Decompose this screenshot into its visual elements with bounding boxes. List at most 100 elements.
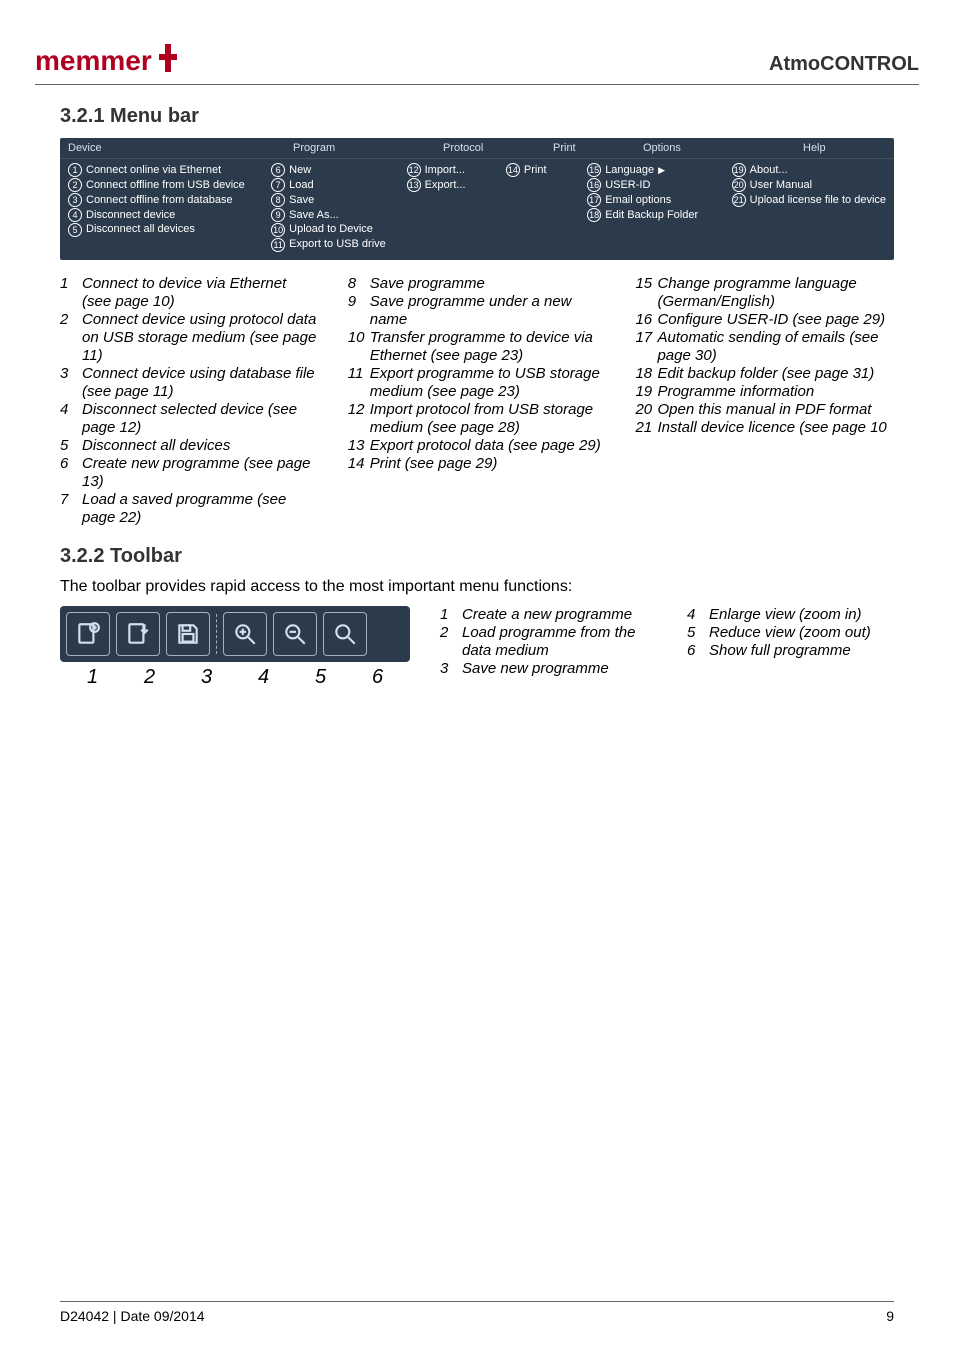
legend-text: Disconnect selected device (see page 12)	[82, 401, 319, 437]
legend-number: 19	[635, 383, 657, 401]
legend-row: 4Disconnect selected device (see page 12…	[60, 401, 319, 437]
legend-number: 4	[60, 401, 82, 437]
menu-item-label: Connect offline from database	[86, 193, 233, 208]
legend-text: Edit backup folder (see page 31)	[657, 365, 894, 383]
legend-text: Show full programme	[709, 642, 894, 660]
legend-number: 10	[348, 329, 370, 365]
legend-text: Create a new programme	[462, 606, 647, 624]
menu-item-label: About...	[750, 163, 788, 178]
toolbar-separator	[216, 614, 217, 654]
legend-row: 17Automatic sending of emails (see page …	[635, 329, 894, 365]
menu-legend-col: 15Change programme language (German/Engl…	[635, 275, 894, 527]
section-title-menubar: 3.2.1 Menu bar	[60, 105, 894, 128]
zoom-out-icon	[273, 612, 317, 656]
legend-number: 2	[440, 624, 462, 660]
legend-text: Automatic sending of emails (see page 30…	[657, 329, 894, 365]
menu-item-label: Connect online via Ethernet	[86, 163, 221, 178]
menu-item-label: User Manual	[750, 178, 812, 193]
legend-number: 4	[687, 606, 709, 624]
menu-item-label: Connect offline from USB device	[86, 178, 245, 193]
legend-number: 11	[348, 365, 370, 401]
menu-item-label: Save As...	[289, 208, 339, 223]
product-name: AtmoCONTROL	[769, 53, 919, 80]
menu-item: 18Edit Backup Folder	[587, 208, 731, 223]
logo: memmer	[35, 40, 205, 80]
new-programme-icon	[66, 612, 110, 656]
legend-number: 6	[60, 455, 82, 491]
menu-item: 16USER-ID	[587, 178, 731, 193]
menu-item: 5Disconnect all devices	[68, 222, 271, 237]
menu-item-label: Edit Backup Folder	[605, 208, 698, 223]
legend-text: Create new programme (see page 13)	[82, 455, 319, 491]
legend-number: 12	[348, 401, 370, 437]
menu-legend-col: 8Save programme9Save programme under a n…	[348, 275, 607, 527]
show-full-icon	[323, 612, 367, 656]
legend-row: 15Change programme language (German/Engl…	[635, 275, 894, 311]
legend-number: 3	[440, 660, 462, 678]
legend-row: 13Export protocol data (see page 29)	[348, 437, 607, 455]
menu-item-label: Disconnect all devices	[86, 222, 195, 237]
menu-item: 2Connect offline from USB device	[68, 178, 271, 193]
legend-number: 7	[60, 491, 82, 527]
legend-text: Load programme from the data medium	[462, 624, 647, 660]
legend-row: 3Connect device using database file (see…	[60, 365, 319, 401]
section-title-toolbar: 3.2.2 Toolbar	[60, 545, 894, 568]
legend-text: Connect device using protocol data on US…	[82, 311, 319, 365]
menu-device-label: Device	[68, 142, 293, 154]
footer-rule	[60, 1301, 894, 1302]
legend-number: 14	[348, 455, 370, 473]
menubar-screenshot: Device Program Protocol Print Options He…	[60, 138, 894, 260]
menu-item-label: Import...	[425, 163, 465, 178]
menu-item: 20User Manual	[732, 178, 886, 193]
toolbar-num: 2	[128, 666, 172, 689]
legend-text: Export protocol data (see page 29)	[370, 437, 607, 455]
legend-row: 6Create new programme (see page 13)	[60, 455, 319, 491]
zoom-in-icon	[223, 612, 267, 656]
save-programme-icon	[166, 612, 210, 656]
chevron-right-icon: ▶	[658, 164, 665, 176]
legend-row: 12Import protocol from USB storage mediu…	[348, 401, 607, 437]
legend-row: 5Reduce view (zoom out)	[687, 624, 894, 642]
legend-number: 1	[440, 606, 462, 624]
legend-row: 11Export programme to USB storage medium…	[348, 365, 607, 401]
menu-item: 19About...	[732, 163, 886, 178]
legend-text: Enlarge view (zoom in)	[709, 606, 894, 624]
legend-text: Install device licence (see page 10	[657, 419, 894, 437]
legend-number: 21	[635, 419, 657, 437]
legend-number: 5	[60, 437, 82, 455]
menu-item: 12Import...	[407, 163, 506, 178]
legend-number: 15	[635, 275, 657, 311]
legend-row: 1Create a new programme	[440, 606, 647, 624]
footer-docid: D24042 | Date 09/2014	[60, 1308, 205, 1324]
legend-text: Print (see page 29)	[370, 455, 607, 473]
legend-text: Import protocol from USB storage medium …	[370, 401, 607, 437]
legend-row: 1Connect to device via Ethernet (see pag…	[60, 275, 319, 311]
legend-row: 6Show full programme	[687, 642, 894, 660]
toolbar-num: 4	[242, 666, 286, 689]
legend-row: 2Connect device using protocol data on U…	[60, 311, 319, 365]
menu-item-label: USER-ID	[605, 178, 650, 193]
toolbar-num: 6	[356, 666, 400, 689]
menu-item-label: Load	[289, 178, 313, 193]
toolbar-num: 1	[71, 666, 115, 689]
menu-item: 14Print	[506, 163, 587, 178]
legend-text: Disconnect all devices	[82, 437, 319, 455]
menu-item-label: New	[289, 163, 311, 178]
legend-number: 2	[60, 311, 82, 365]
menu-item: 7Load	[271, 178, 406, 193]
menu-item: 1Connect online via Ethernet	[68, 163, 271, 178]
legend-text: Programme information	[657, 383, 894, 401]
menu-item-label: Export to USB drive	[289, 237, 386, 252]
menu-options-label: Options	[643, 142, 803, 154]
menu-item: 6New	[271, 163, 406, 178]
menu-legend: 1Connect to device via Ethernet (see pag…	[60, 275, 894, 527]
legend-row: 14Print (see page 29)	[348, 455, 607, 473]
menu-protocol-label: Protocol	[443, 142, 553, 154]
legend-text: Transfer programme to device via Etherne…	[370, 329, 607, 365]
legend-text: Connect device using database file (see …	[82, 365, 319, 401]
legend-row: 18Edit backup folder (see page 31)	[635, 365, 894, 383]
legend-row: 10Transfer programme to device via Ether…	[348, 329, 607, 365]
legend-number: 8	[348, 275, 370, 293]
toolbar-legend-col: 1Create a new programme2Load programme f…	[440, 606, 647, 678]
menu-item: 15Language▶	[587, 163, 731, 178]
